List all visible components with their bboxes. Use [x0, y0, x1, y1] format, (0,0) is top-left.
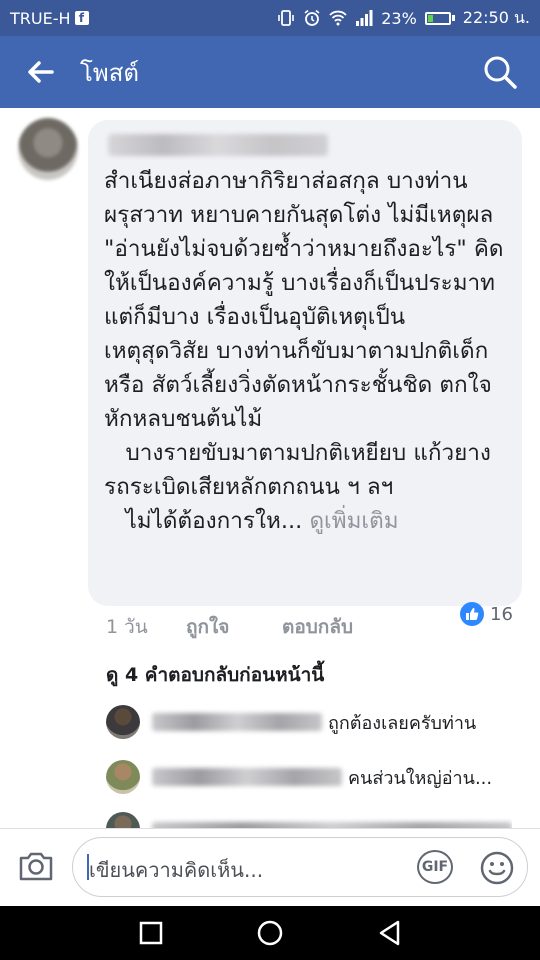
reply-text: คนส่วนใหญ่อ่าน...: [348, 767, 493, 789]
back-button[interactable]: [0, 36, 80, 108]
commenter-avatar[interactable]: [18, 118, 78, 180]
reply-avatar[interactable]: [106, 760, 140, 794]
commenter-name-blurred[interactable]: [108, 134, 328, 156]
status-bar: TRUE-H f 23% 22:50 น.: [0, 0, 540, 36]
like-button[interactable]: ถูกใจ: [186, 612, 282, 642]
reply-avatar[interactable]: [106, 812, 140, 828]
reaction-summary[interactable]: 16: [460, 602, 513, 626]
carrier-group: TRUE-H f: [10, 9, 89, 28]
like-thumb-icon: [460, 602, 484, 626]
app-header: โพสต์: [0, 36, 540, 108]
battery-fill: [427, 14, 433, 22]
reply-item-partial[interactable]: [106, 810, 512, 828]
emoji-button[interactable]: [479, 850, 515, 886]
camera-button[interactable]: [18, 849, 54, 883]
reply-text: ถูกต้องเลยครับท่าน: [328, 712, 477, 734]
clock: 22:50 น.: [462, 7, 530, 27]
see-more-link[interactable]: ดูเพิ่มเติม: [309, 508, 398, 534]
home-circle-icon[interactable]: [256, 919, 284, 947]
camera-icon: [19, 852, 53, 881]
search-button[interactable]: [482, 54, 518, 90]
reply-author-blurred[interactable]: [152, 768, 342, 786]
comment-input[interactable]: เขียนความคิดเห็น... GIF: [72, 837, 528, 897]
comment-composer: เขียนความคิดเห็น... GIF: [0, 828, 540, 906]
reply-author-blurred[interactable]: [152, 713, 322, 731]
comment-bubble: สำเนียงส่อภาษากิริยาส่อสกุล บางท่านผรุสว…: [88, 120, 522, 606]
reply-avatar[interactable]: [106, 705, 140, 739]
comment-actions: 1 วัน ถูกใจ ตอบกลับ: [106, 612, 353, 642]
comment-input-placeholder: เขียนความคิดเห็น...: [89, 858, 264, 882]
status-icons: 23% 22:50 น.: [277, 6, 530, 31]
battery-icon: [424, 11, 455, 25]
facebook-notification-icon: f: [74, 11, 89, 25]
comment-body: สำเนียงส่อภาษากิริยาส่อสกุล บางท่านผรุสว…: [104, 164, 506, 538]
view-previous-replies-link[interactable]: ดู 4 คำตอบกลับก่อนหน้านี้: [106, 660, 324, 690]
search-icon: [484, 56, 517, 89]
cell-signal-icon: [356, 10, 373, 26]
wifi-icon: [329, 10, 347, 26]
system-navigation-bar: [0, 906, 540, 960]
back-triangle-icon[interactable]: [376, 919, 404, 947]
reply-item[interactable]: ถูกต้องเลยครับท่าน: [106, 702, 476, 742]
carrier-name: TRUE-H: [10, 8, 71, 28]
alarm-icon: [304, 9, 320, 26]
comment-text: สำเนียงส่อภาษากิริยาส่อสกุล บางท่านผรุสว…: [104, 168, 504, 534]
reaction-count: 16: [490, 603, 513, 625]
page-title: โพสต์: [80, 58, 139, 87]
facebook-post-screen: TRUE-H f 23% 22:50 น. โพสต์ สำเนียงส่อภา…: [0, 0, 540, 960]
recents-square-icon[interactable]: [137, 919, 165, 947]
back-arrow-icon: [28, 61, 54, 83]
smiley-icon: [480, 851, 514, 885]
gif-button[interactable]: GIF: [417, 850, 453, 884]
battery-percent: 23%: [381, 8, 417, 28]
reply-item[interactable]: คนส่วนใหญ่อ่าน...: [106, 757, 492, 797]
vibrate-icon: [278, 10, 295, 26]
reply-button[interactable]: ตอบกลับ: [282, 612, 353, 642]
comment-time: 1 วัน: [106, 616, 148, 638]
